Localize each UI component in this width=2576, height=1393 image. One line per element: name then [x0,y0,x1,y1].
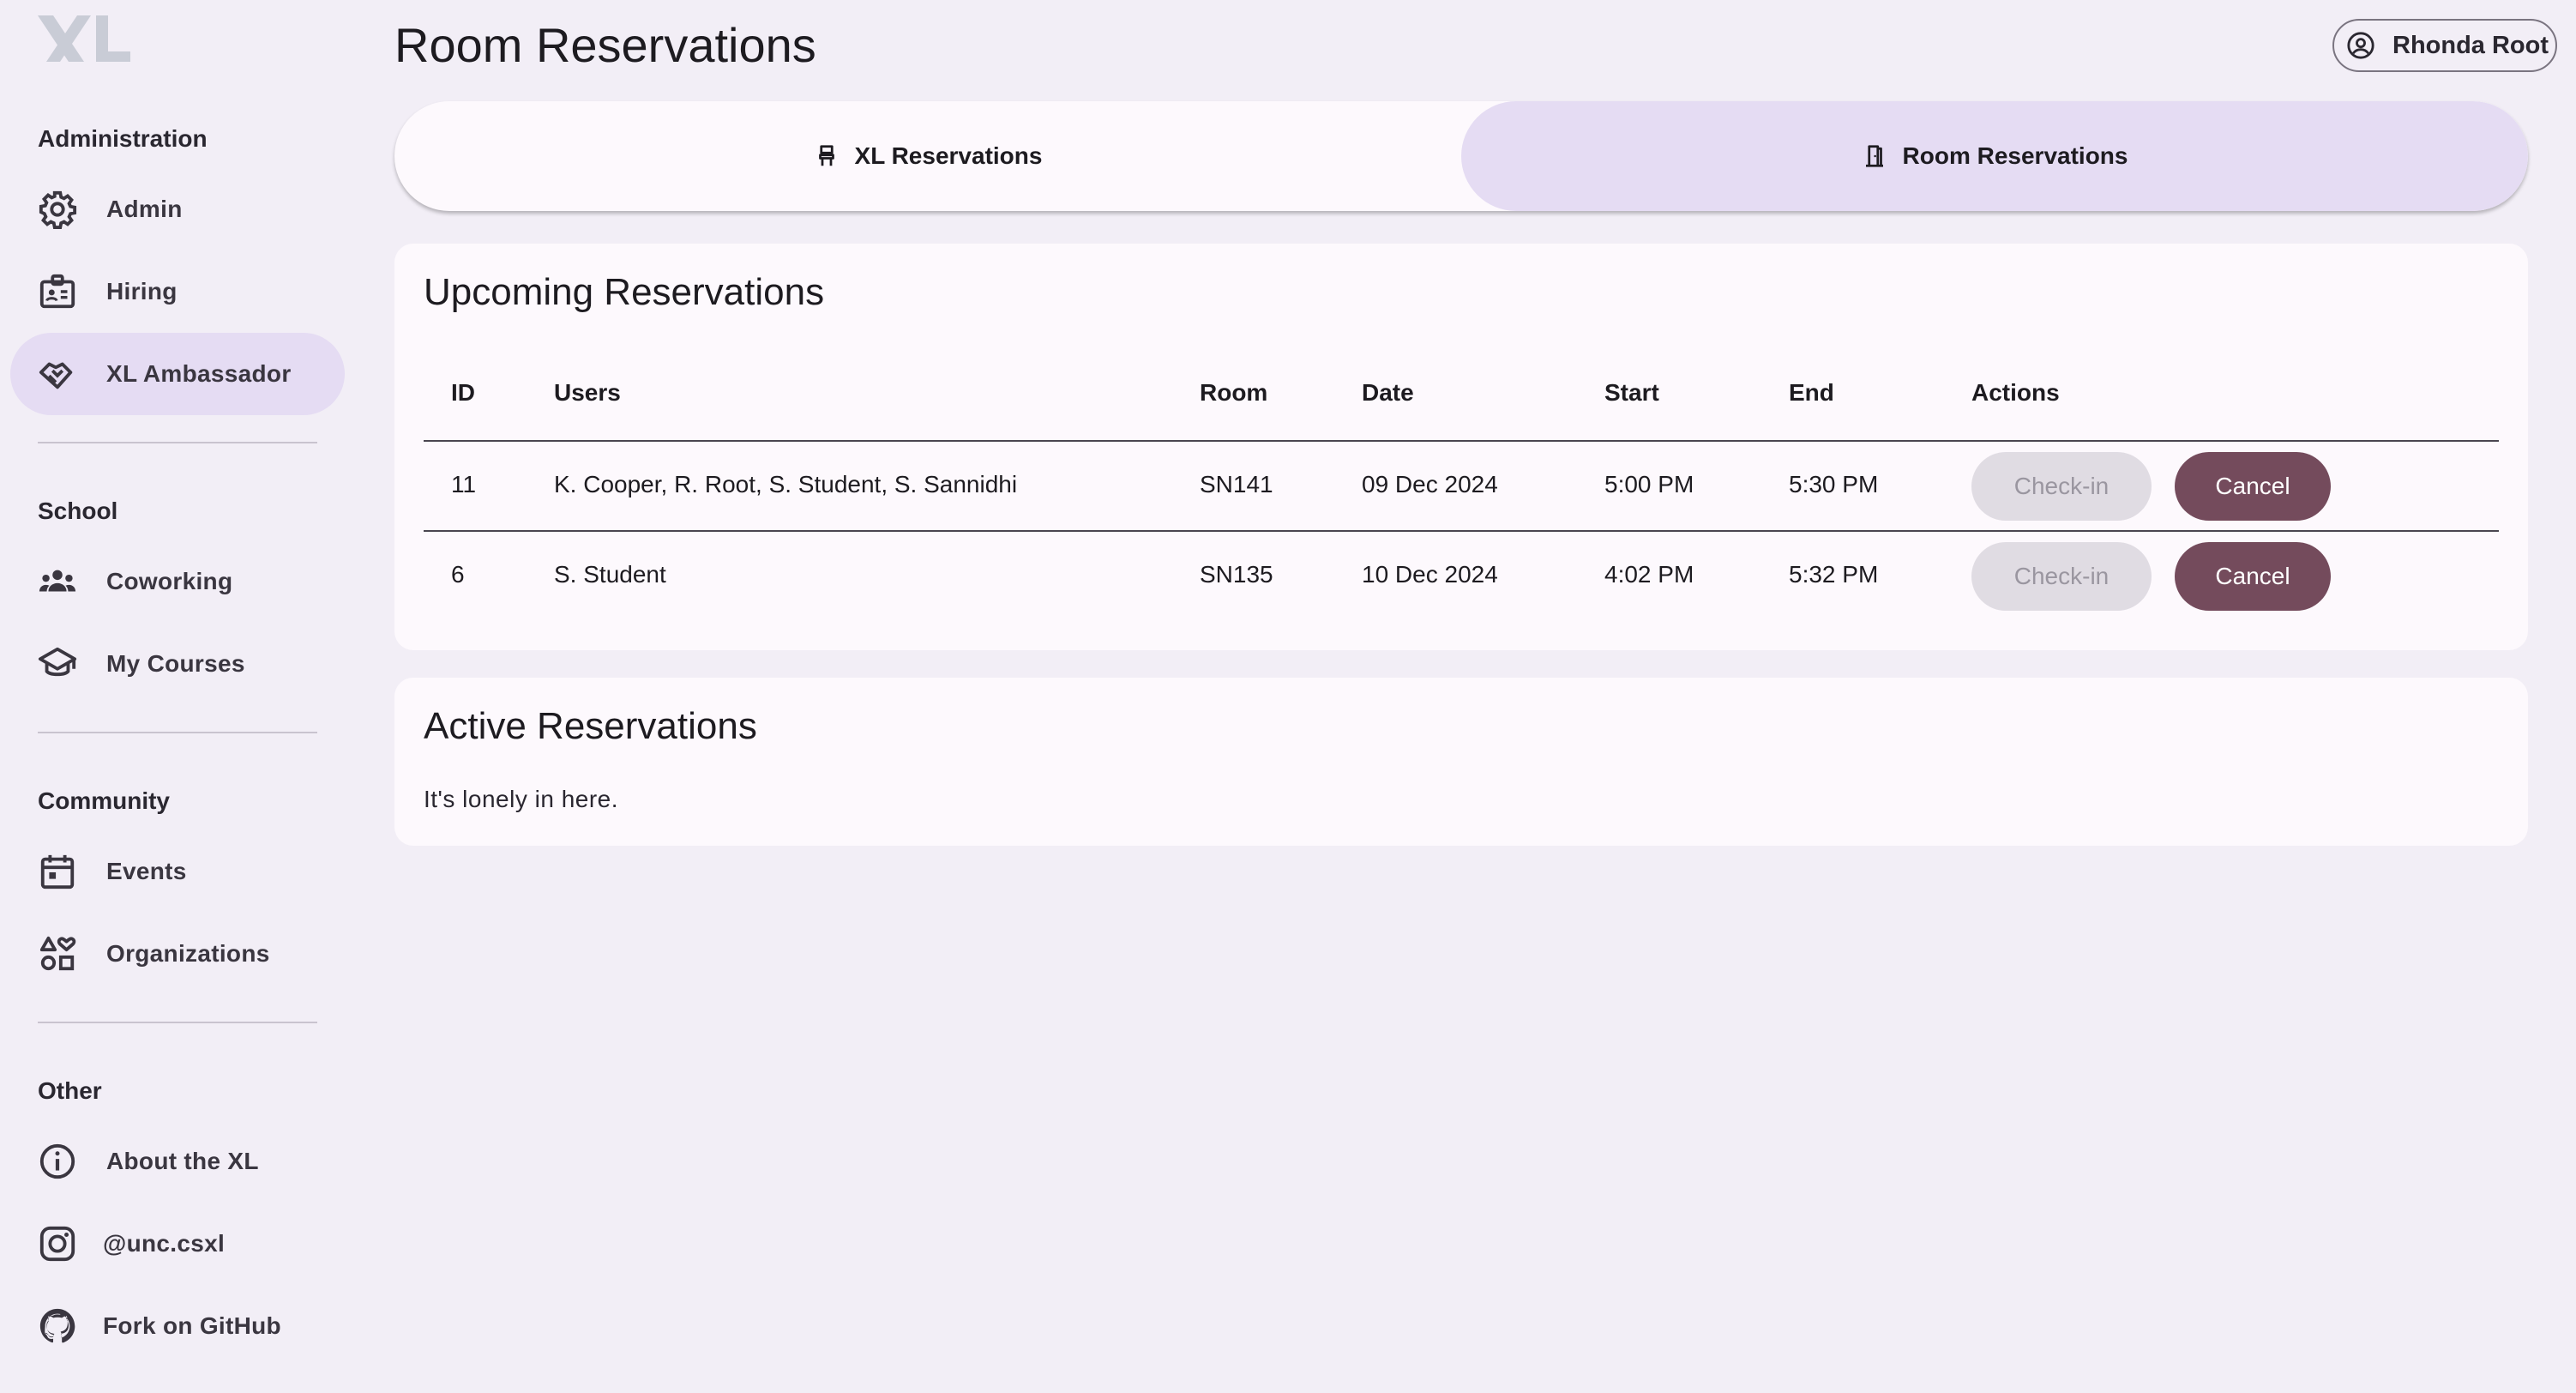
sidebar-item-events[interactable]: Events [10,830,345,913]
section-title-school: School [38,498,118,524]
instagram-icon [38,1224,77,1263]
github-icon [38,1306,77,1346]
shapes-icon [38,934,77,974]
reservation-tabs: XL Reservations Room Reservations [394,101,2528,211]
sidebar-item-hiring[interactable]: Hiring [10,250,345,333]
door-icon [1862,143,1903,169]
column-header-id: ID [451,379,475,406]
sidebar-item-organizations[interactable]: Organizations [10,913,345,995]
sidebar-item-label: Admin [106,196,183,222]
sidebar-item-github[interactable]: Fork on GitHub [10,1285,345,1367]
upcoming-reservations-card: Upcoming Reservations ID Users Room Date… [394,244,2528,650]
cell-date: 09 Dec 2024 [1362,471,1498,498]
id-badge-icon [38,272,77,311]
sidebar-item-label: Events [106,858,187,884]
section-title-community: Community [38,787,170,814]
cell-id: 6 [451,561,465,588]
calendar-icon [38,852,77,891]
card-title: Upcoming Reservations [424,271,825,313]
cell-users: S. Student [554,561,666,588]
sidebar-item-instagram[interactable]: @unc.csxl [10,1203,345,1285]
sidebar-item-xl-ambassador[interactable]: XL Ambassador [10,333,345,415]
cell-id: 11 [451,471,477,498]
user-profile-button[interactable]: Rhonda Root [2332,19,2557,72]
graduation-cap-icon [38,644,77,684]
column-header-start: Start [1604,379,1659,406]
sidebar-item-label: About the XL [106,1148,259,1174]
sidebar-item-about[interactable]: About the XL [10,1120,345,1203]
sidebar-item-label: My Courses [106,650,245,677]
cell-date: 10 Dec 2024 [1362,561,1498,588]
group-icon [38,562,77,601]
tab-room-reservations[interactable]: Room Reservations [1461,101,2528,211]
sidebar-item-label: Fork on GitHub [103,1312,281,1339]
card-title: Active Reservations [424,705,757,747]
chair-icon [814,143,855,169]
check-in-button[interactable]: Check-in [1971,542,2152,611]
cell-users: K. Cooper, R. Root, S. Student, S. Sanni… [554,471,1018,498]
gear-icon [38,190,77,229]
sidebar-divider [38,442,317,443]
cell-room: SN141 [1200,471,1273,498]
cell-end: 5:30 PM [1789,471,1879,498]
table-divider [424,440,2499,442]
page-title: Room Reservations [394,18,816,72]
tab-label: Room Reservations [1902,142,2128,169]
handshake-icon [38,354,77,394]
sidebar-item-label: @unc.csxl [103,1230,226,1257]
sidebar-item-admin[interactable]: Admin [10,168,345,250]
tab-xl-reservations[interactable]: XL Reservations [394,101,1461,211]
cell-room: SN135 [1200,561,1273,588]
column-header-actions: Actions [1971,379,2060,406]
section-title-administration: Administration [38,125,208,152]
xl-logo[interactable] [34,12,134,72]
account-circle-icon [2346,31,2375,60]
column-header-users: Users [554,379,621,406]
cell-end: 5:32 PM [1789,561,1879,588]
tab-label: XL Reservations [854,142,1043,169]
sidebar-item-label: Organizations [106,940,270,967]
column-header-end: End [1789,379,1834,406]
section-title-other: Other [38,1077,102,1104]
user-name: Rhonda Root [2392,31,2549,59]
cancel-button[interactable]: Cancel [2175,542,2331,611]
cell-start: 5:00 PM [1604,471,1694,498]
sidebar-divider [38,1022,317,1023]
column-header-date: Date [1362,379,1414,406]
sidebar-item-label: Hiring [106,278,178,305]
sidebar-item-my-courses[interactable]: My Courses [10,623,345,705]
table-divider [424,530,2499,532]
sidebar: Administration Admin Hiring XL Ambassado… [0,0,360,1393]
sidebar-item-coworking[interactable]: Coworking [10,540,345,623]
active-reservations-card: Active Reservations It's lonely in here. [394,678,2528,846]
cell-start: 4:02 PM [1604,561,1694,588]
sidebar-item-label: Coworking [106,568,233,594]
cancel-button[interactable]: Cancel [2175,452,2331,521]
column-header-room: Room [1200,379,1268,406]
info-icon [38,1142,77,1181]
empty-state-text: It's lonely in here. [424,786,619,812]
sidebar-item-label: XL Ambassador [106,360,292,387]
sidebar-divider [38,732,317,733]
check-in-button[interactable]: Check-in [1971,452,2152,521]
